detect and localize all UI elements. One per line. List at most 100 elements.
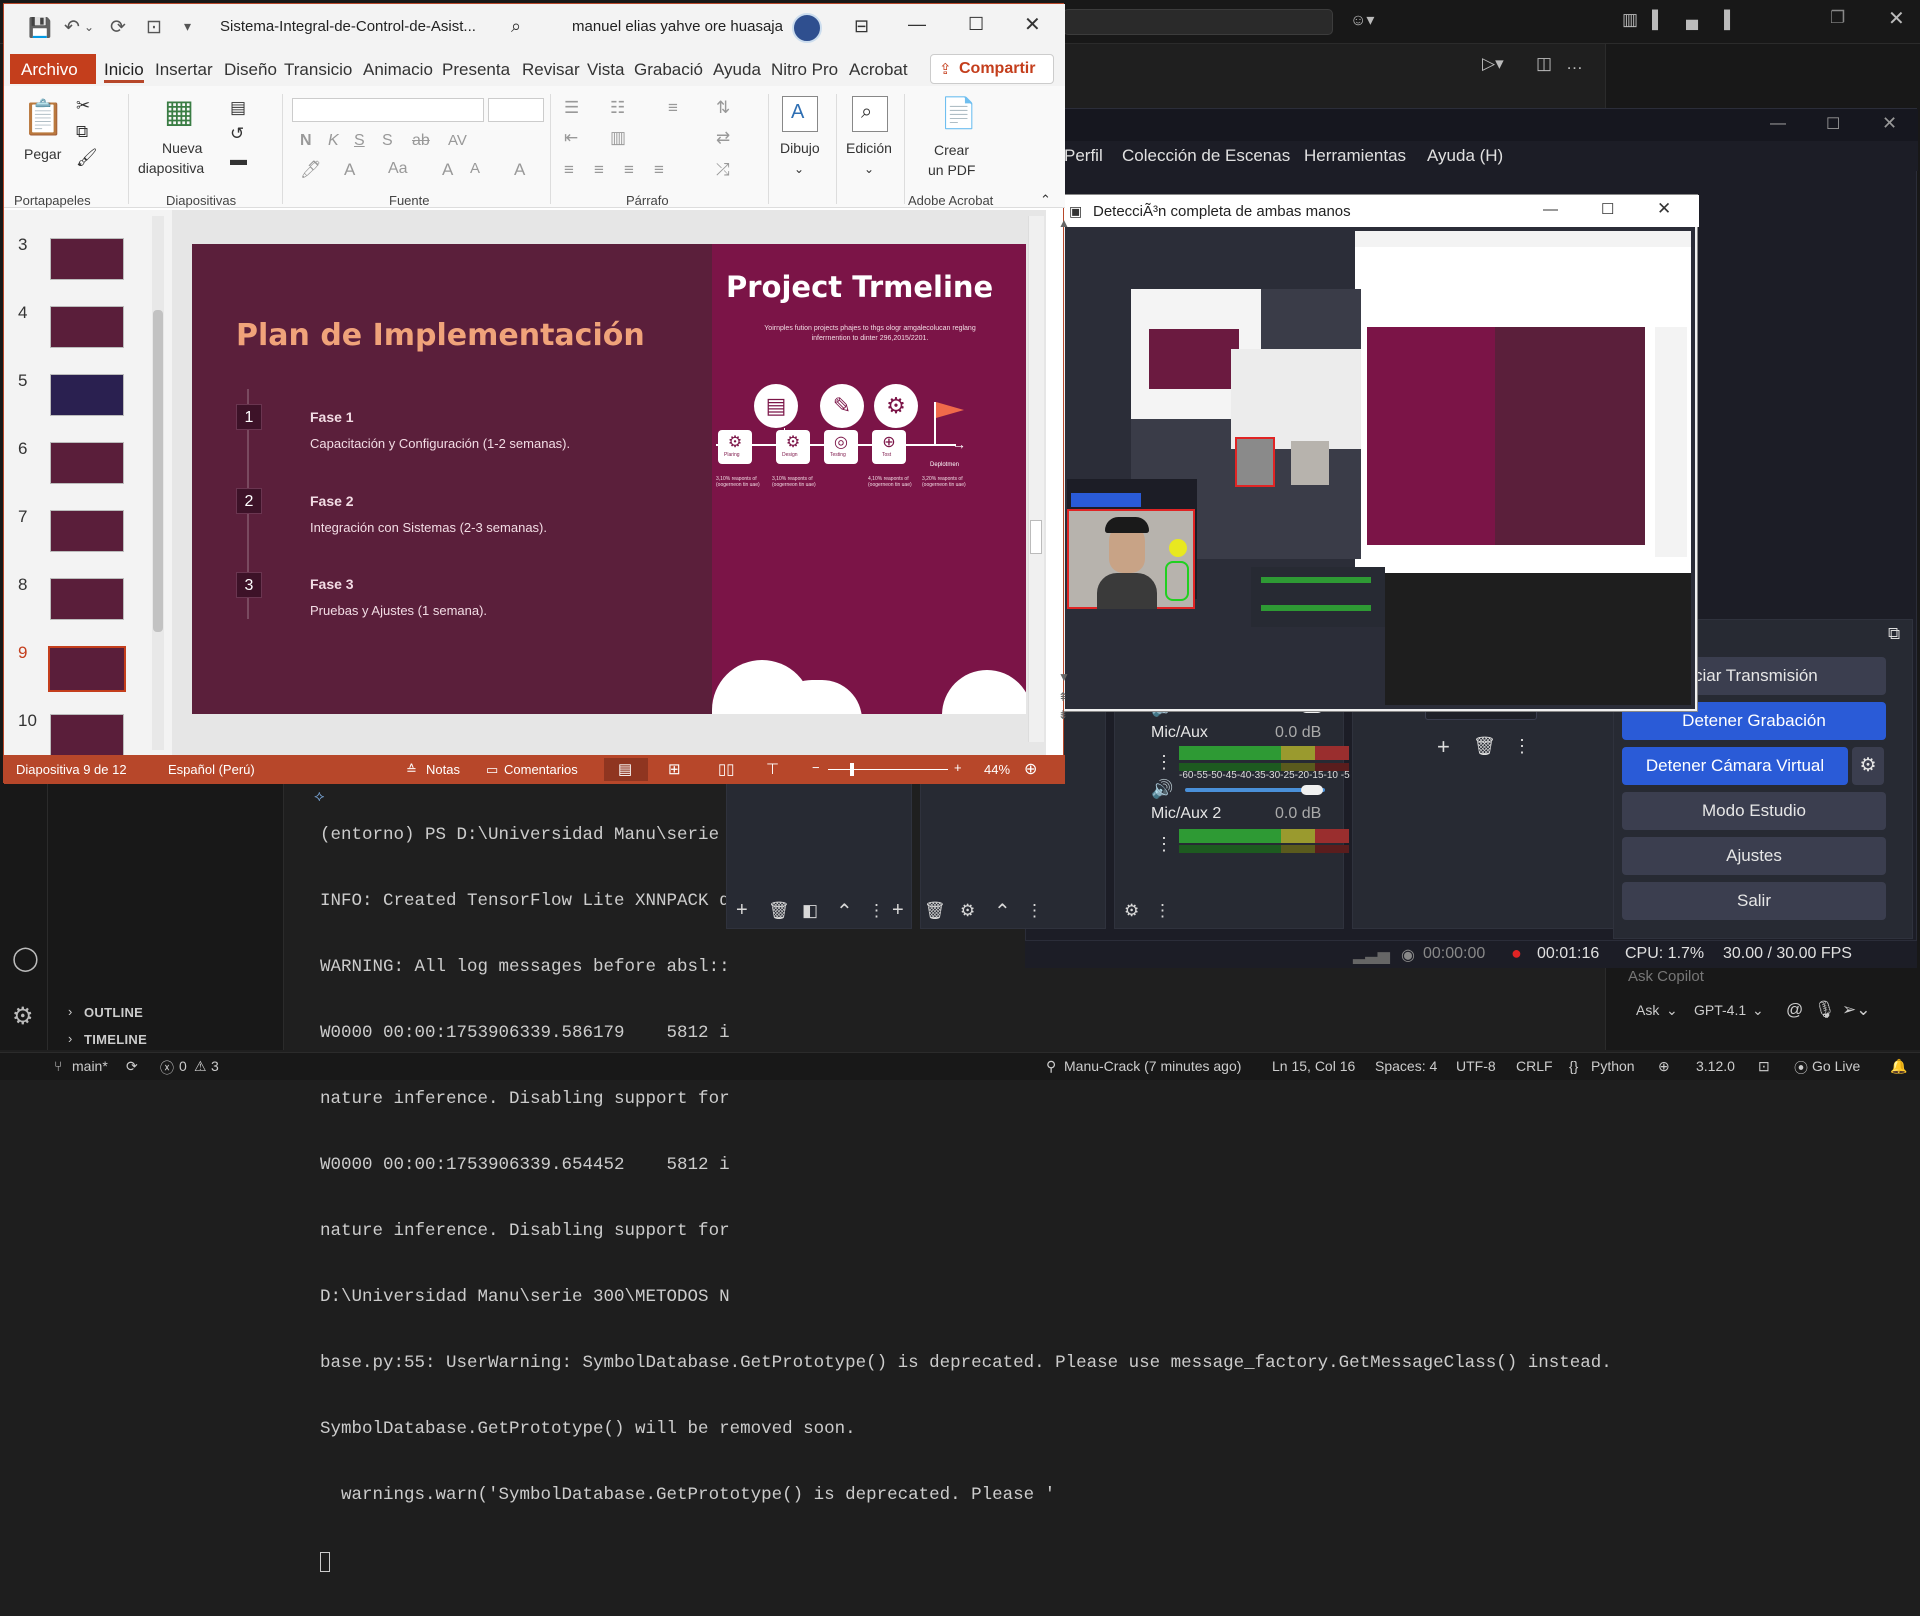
redo-icon[interactable]: ⟳ (110, 16, 126, 39)
tab-insertar[interactable]: Insertar (155, 60, 213, 80)
kebab-icon[interactable]: ⋮ (1026, 901, 1043, 921)
copilot-icon[interactable]: ☺▾ (1350, 10, 1374, 30)
minimize-icon[interactable]: — (1770, 115, 1786, 133)
add-transition-icon[interactable]: + (1437, 734, 1450, 760)
kebab-icon[interactable]: ⋮ (1513, 736, 1531, 757)
save-icon[interactable]: 💾 (28, 16, 52, 40)
error-count[interactable]: 0 (179, 1058, 187, 1074)
change-case-icon[interactable]: Aa (388, 160, 408, 178)
drawing-icon[interactable]: A (782, 96, 818, 132)
manage-gear-icon[interactable]: ⚙ (12, 1002, 34, 1031)
grow-font-icon[interactable]: A (442, 160, 453, 180)
terminal-icon[interactable]: ⊡ (1758, 1058, 1770, 1075)
scroll-up-icon[interactable]: ▲ (1058, 216, 1070, 230)
kebab-icon[interactable]: ⋮ (1154, 901, 1171, 921)
chevron-up-icon[interactable]: ⌃ (994, 899, 1011, 924)
spacing-icon[interactable]: AV (448, 132, 467, 149)
git-branch[interactable]: main* (72, 1058, 108, 1074)
font-size-input[interactable] (488, 98, 544, 122)
slide-sorter-icon[interactable]: ⊞ (668, 760, 681, 778)
zoom-out-icon[interactable]: − (812, 760, 820, 775)
italic-icon[interactable]: K (328, 132, 339, 150)
layout-icon[interactable]: ▥ (1622, 10, 1638, 30)
vcam-settings-icon[interactable]: ⚙ (1852, 747, 1884, 785)
reset-icon[interactable]: ↺ (230, 124, 244, 144)
cut-icon[interactable]: ✂ (76, 96, 90, 116)
timeline-section[interactable]: TIMELINE (84, 1032, 147, 1047)
menu-perfil[interactable]: Perfil (1064, 146, 1103, 166)
format-painter-icon[interactable]: 🖌 (76, 148, 98, 168)
toggle-secondary-sidebar-icon[interactable]: ▐ (1718, 10, 1730, 30)
editing-button[interactable]: Edición (846, 140, 892, 156)
menu-herramientas[interactable]: Herramientas (1304, 146, 1406, 166)
slide-thumbnail[interactable] (50, 578, 124, 620)
undo-icon[interactable]: ↶ (64, 16, 80, 39)
slide-9[interactable]: Plan de Implementación 1 Fase 1 Capacita… (192, 244, 1026, 714)
new-slide-label-2[interactable]: diapositiva (138, 160, 204, 176)
tab-archivo[interactable]: Archivo (21, 60, 78, 80)
strikethrough-icon[interactable]: ab (412, 132, 430, 150)
chevron-down-icon[interactable]: ⌄ (794, 162, 804, 176)
exit-button[interactable]: Salir (1622, 882, 1886, 920)
bullets-icon[interactable]: ☰ (564, 98, 579, 118)
bold-icon[interactable]: N (300, 132, 312, 150)
command-center-search[interactable] (1063, 9, 1333, 35)
tab-grabacion[interactable]: Grabació (634, 60, 703, 80)
tab-nitro[interactable]: Nitro Pro (771, 60, 838, 80)
zoom-in-icon[interactable]: + (954, 760, 962, 775)
normal-view-icon[interactable]: ▤ (618, 760, 632, 778)
align-center-icon[interactable]: ≡ (594, 160, 604, 180)
maximize-icon[interactable]: ☐ (968, 14, 984, 35)
globe-icon[interactable]: ⊕ (1658, 1058, 1670, 1075)
close-icon[interactable]: ✕ (1657, 199, 1671, 219)
tab-ayuda[interactable]: Ayuda (713, 60, 761, 80)
canvas-scrollbar[interactable] (1028, 216, 1044, 742)
shadow-icon[interactable]: S (382, 132, 393, 150)
go-live-button[interactable]: Go Live (1812, 1058, 1860, 1074)
fit-slide-icon[interactable]: ⊕ (1024, 759, 1037, 779)
restore-icon[interactable]: ❐ (1830, 8, 1845, 28)
language-mode[interactable]: Python (1591, 1058, 1635, 1074)
toggle-panel-icon[interactable]: ▄ (1686, 10, 1698, 30)
trash-icon[interactable]: 🗑 (924, 901, 946, 921)
share-button[interactable]: ⇪ Compartir (930, 54, 1054, 84)
tab-acrobat[interactable]: Acrobat (849, 60, 908, 80)
new-slide-label-1[interactable]: Nueva (162, 140, 202, 156)
tab-vista[interactable]: Vista (587, 60, 625, 80)
slide-thumbnail[interactable] (50, 510, 124, 552)
avatar[interactable] (792, 13, 822, 43)
create-pdf-label-1[interactable]: Crear (934, 142, 969, 158)
close-icon[interactable]: ✕ (1024, 12, 1041, 37)
tab-diseno[interactable]: Diseño (224, 60, 277, 80)
customize-toolbar-icon[interactable]: ▾ (184, 18, 191, 35)
slideshow-icon[interactable]: ⊤ (766, 760, 779, 778)
indent-icon[interactable]: ⇤ (564, 128, 578, 148)
section-icon[interactable]: ▬ (230, 150, 247, 170)
encoding[interactable]: UTF-8 (1456, 1058, 1496, 1074)
shrink-font-icon[interactable]: A (470, 160, 480, 177)
trash-icon[interactable]: 🗑 (768, 901, 790, 921)
close-icon[interactable]: ✕ (1888, 6, 1905, 31)
present-icon[interactable]: ⊡ (146, 16, 162, 39)
line-spacing-icon[interactable]: ≡ (668, 98, 678, 118)
speaker-icon[interactable]: 🔊 (1151, 779, 1173, 800)
menu-coleccion-escenas[interactable]: Colección de Escenas (1122, 146, 1290, 166)
line-ending[interactable]: CRLF (1516, 1058, 1553, 1074)
slide-count[interactable]: Diapositiva 9 de 12 (16, 762, 127, 777)
paste-button[interactable]: Pegar (24, 146, 61, 162)
source-settings-icon[interactable]: ⚙ (960, 901, 975, 921)
collapse-ribbon-icon[interactable]: ⌃ (1040, 192, 1051, 208)
tab-animaciones[interactable]: Animacio (363, 60, 433, 80)
layout-icon[interactable]: ▤ (230, 98, 246, 118)
slide-thumbnail[interactable] (50, 442, 124, 484)
tab-transiciones[interactable]: Transicio (284, 60, 352, 80)
kebab-icon[interactable]: ⋮ (1155, 752, 1173, 773)
numbering-icon[interactable]: ☷ (610, 98, 625, 118)
document-title[interactable]: Sistema-Integral-de-Control-de-Asist... (220, 18, 476, 35)
undock-icon[interactable]: ⧉ (1888, 624, 1900, 644)
maximize-icon[interactable]: ☐ (1601, 200, 1614, 218)
tab-inicio[interactable]: Inicio (104, 60, 144, 83)
chevron-down-icon[interactable]: ⌄ (864, 162, 874, 176)
mixer-settings-icon[interactable]: ⚙ (1124, 901, 1139, 921)
chevron-down-icon[interactable]: ⌄ (84, 20, 94, 34)
